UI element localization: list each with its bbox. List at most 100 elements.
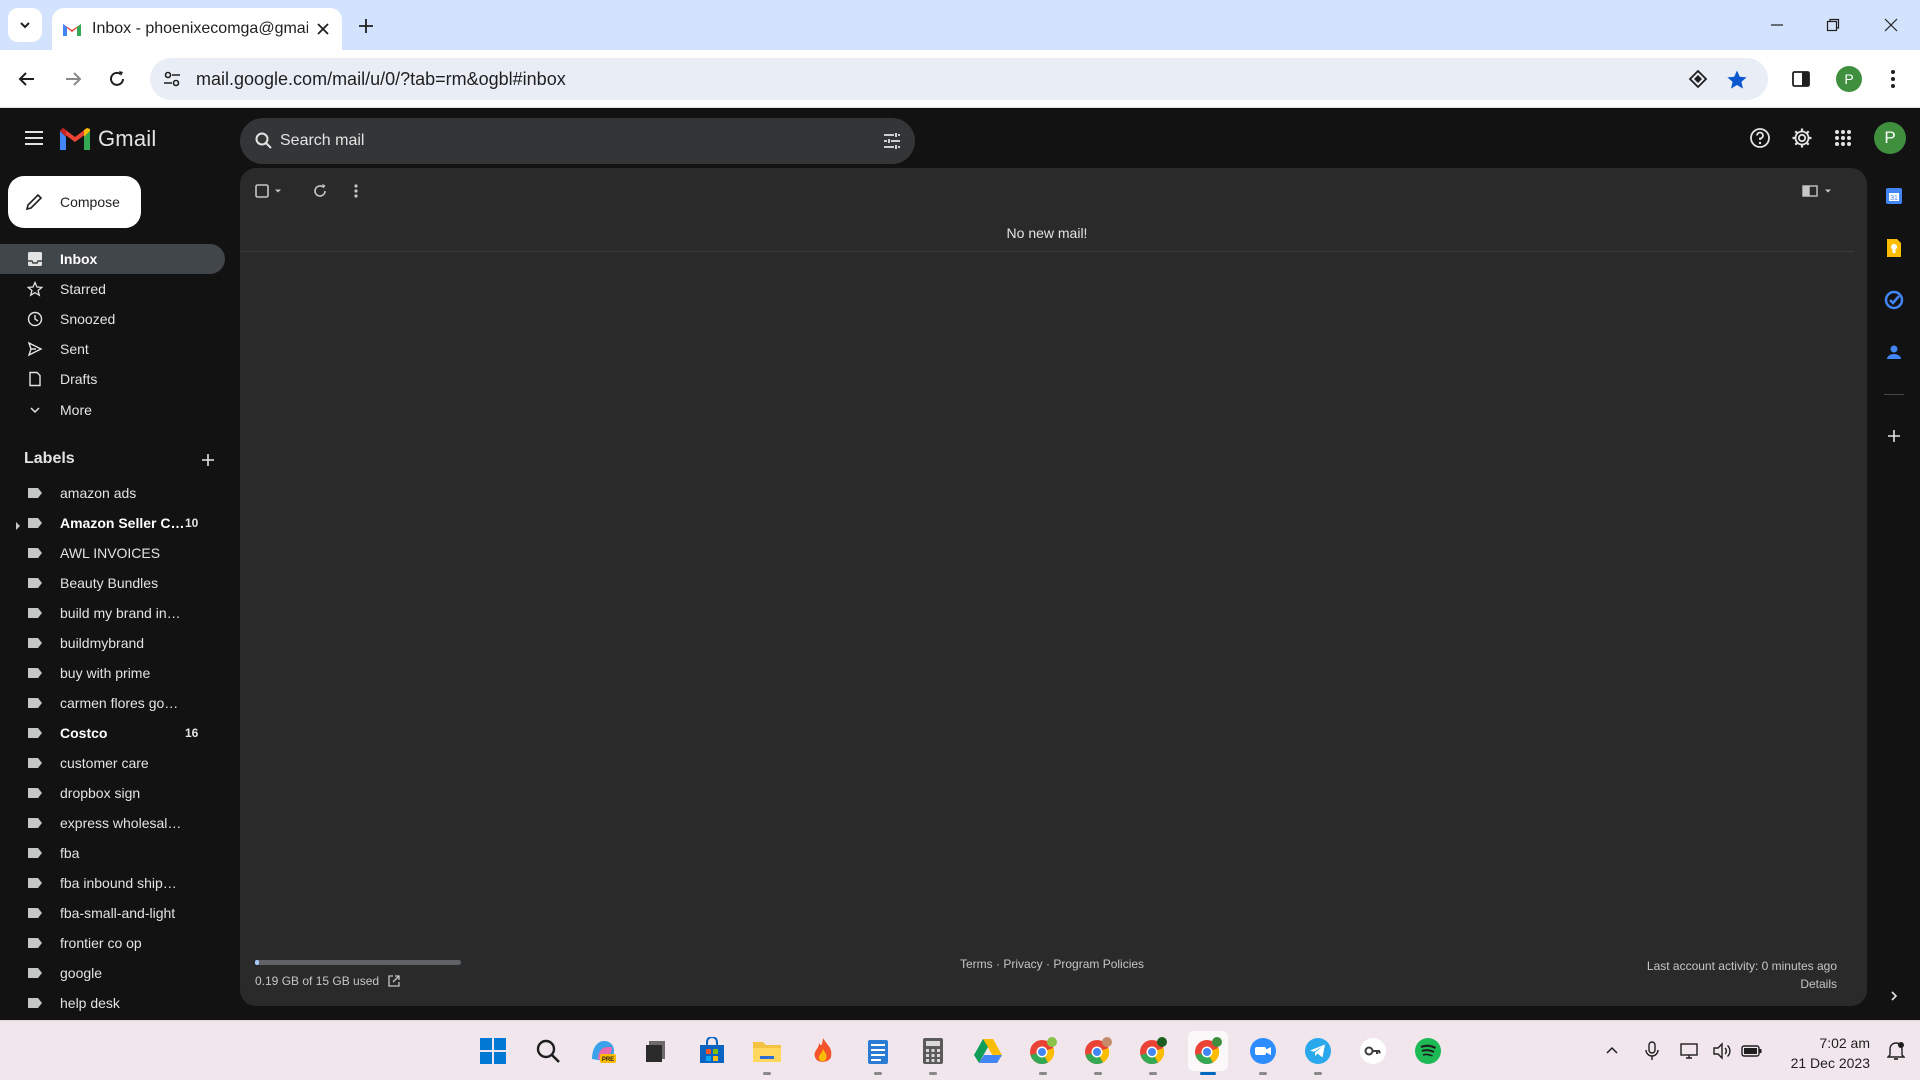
program-policies-link[interactable]: Program Policies xyxy=(1053,957,1144,971)
contacts-button[interactable] xyxy=(1882,340,1906,364)
taskbar-search-button[interactable] xyxy=(528,1031,568,1071)
search-icon[interactable] xyxy=(254,131,274,151)
label-item[interactable]: amazon ads xyxy=(0,478,225,508)
label-item[interactable]: google xyxy=(0,958,225,988)
search-options-icon[interactable] xyxy=(881,130,903,152)
microsoft-store-button[interactable] xyxy=(692,1031,732,1071)
flame-app-button[interactable] xyxy=(803,1031,843,1071)
extension-diamond-icon[interactable] xyxy=(1688,69,1708,89)
reload-button[interactable] xyxy=(100,62,134,96)
nav-item-sent[interactable]: Sent xyxy=(0,334,225,364)
tasks-button[interactable] xyxy=(1882,288,1906,312)
notepad-button[interactable] xyxy=(858,1031,898,1075)
chrome-profile-2-button[interactable] xyxy=(1078,1031,1118,1075)
caret-down-icon[interactable] xyxy=(1822,185,1834,197)
refresh-button[interactable] xyxy=(312,180,328,202)
label-item[interactable]: build my brand invoice xyxy=(0,598,225,628)
minimize-button[interactable] xyxy=(1760,10,1794,40)
support-button[interactable] xyxy=(1744,122,1776,154)
open-external-icon[interactable] xyxy=(387,974,401,988)
label-item[interactable]: fba-small-and-light xyxy=(0,898,225,928)
label-item[interactable]: help desk xyxy=(0,988,225,1018)
bookmark-star-icon[interactable] xyxy=(1726,69,1748,91)
label-item[interactable]: Beauty Bundles xyxy=(0,568,225,598)
close-window-button[interactable] xyxy=(1874,10,1908,40)
back-button[interactable] xyxy=(10,62,44,96)
nav-item-more[interactable]: More xyxy=(0,395,225,425)
account-avatar[interactable]: P xyxy=(1874,122,1906,154)
search-bar[interactable] xyxy=(240,118,915,164)
label-item[interactable]: dropbox sign xyxy=(0,778,225,808)
privacy-link[interactable]: Privacy xyxy=(1003,957,1042,971)
zoom-button[interactable] xyxy=(1243,1031,1283,1075)
copilot-button[interactable]: PRE xyxy=(583,1031,623,1071)
terms-link[interactable]: Terms xyxy=(960,957,993,971)
restore-button[interactable] xyxy=(1816,10,1850,40)
label-item[interactable]: fba xyxy=(0,838,225,868)
label-item[interactable]: customer care xyxy=(0,748,225,778)
settings-button[interactable] xyxy=(1786,122,1818,154)
expand-label-icon[interactable] xyxy=(14,518,22,530)
split-pane-toggle[interactable] xyxy=(1802,180,1834,202)
nav-item-inbox[interactable]: Inbox xyxy=(0,244,225,274)
key-app-button[interactable] xyxy=(1353,1031,1393,1071)
label-item[interactable]: Costco 16 xyxy=(0,718,225,748)
nav-item-snoozed[interactable]: Snoozed xyxy=(0,304,225,334)
hide-side-panel-button[interactable] xyxy=(1882,984,1906,1008)
label-item[interactable]: AWL INVOICES xyxy=(0,538,225,568)
chrome-profile-4-button[interactable] xyxy=(1188,1031,1228,1075)
gmail-logo[interactable]: Gmail xyxy=(60,126,156,152)
more-actions-button[interactable] xyxy=(354,180,358,202)
task-view-button[interactable] xyxy=(636,1031,676,1071)
search-input[interactable] xyxy=(280,118,840,164)
side-panel-button[interactable] xyxy=(1784,62,1818,96)
nav-item-starred[interactable]: Starred xyxy=(0,274,225,304)
calculator-button[interactable] xyxy=(913,1031,953,1075)
label-item[interactable]: fba inbound shipment b... xyxy=(0,868,225,898)
caret-down-icon[interactable] xyxy=(272,185,284,197)
spotify-button[interactable] xyxy=(1408,1031,1448,1071)
label-item[interactable]: frontier co op xyxy=(0,928,225,958)
forward-button[interactable] xyxy=(56,62,90,96)
main-menu-button[interactable] xyxy=(18,122,50,154)
new-tab-button[interactable] xyxy=(352,12,380,40)
svg-text:31: 31 xyxy=(1890,195,1898,202)
browser-profile-avatar[interactable]: P xyxy=(1836,66,1862,92)
select-checkbox[interactable] xyxy=(254,180,284,202)
label-item[interactable]: Amazon Seller Ce... 10 xyxy=(0,508,225,538)
site-settings-icon[interactable] xyxy=(162,69,182,89)
file-explorer-button[interactable] xyxy=(747,1031,787,1075)
notifications-button[interactable] xyxy=(1884,1039,1908,1063)
get-addons-button[interactable] xyxy=(1882,424,1906,448)
volume-button[interactable] xyxy=(1710,1039,1734,1063)
google-apps-button[interactable] xyxy=(1827,122,1859,154)
activity-details-link[interactable]: Details xyxy=(1647,975,1837,993)
label-item[interactable]: express wholesale b inv... xyxy=(0,808,225,838)
address-bar[interactable]: mail.google.com/mail/u/0/?tab=rm&ogbl#in… xyxy=(150,58,1768,100)
telegram-button[interactable] xyxy=(1298,1031,1338,1075)
arrow-left-icon xyxy=(18,72,34,86)
tab-search-button[interactable] xyxy=(8,8,42,42)
label-item[interactable]: buildmybrand xyxy=(0,628,225,658)
windows-start-icon xyxy=(480,1038,506,1064)
label-item[interactable]: carmen flores gonza xyxy=(0,688,225,718)
chrome-profile-3-button[interactable] xyxy=(1133,1031,1173,1075)
battery-button[interactable] xyxy=(1740,1039,1764,1063)
close-icon[interactable] xyxy=(314,20,332,38)
start-button[interactable] xyxy=(473,1031,513,1071)
browser-tab-inbox[interactable]: Inbox - phoenixecomga@gmail.com xyxy=(52,8,342,50)
show-hidden-icons-button[interactable] xyxy=(1600,1039,1624,1063)
label-item[interactable]: buy with prime xyxy=(0,658,225,688)
google-drive-button[interactable] xyxy=(968,1031,1008,1071)
create-label-button[interactable] xyxy=(196,448,220,472)
calendar-button[interactable]: 31 xyxy=(1882,184,1906,208)
nav-item-drafts[interactable]: Drafts xyxy=(0,364,225,394)
chrome-profile-1-button[interactable] xyxy=(1023,1031,1063,1075)
keep-button[interactable] xyxy=(1882,236,1906,260)
network-button[interactable] xyxy=(1678,1039,1702,1063)
volume-icon xyxy=(1713,1042,1731,1060)
microphone-button[interactable] xyxy=(1640,1039,1664,1063)
taskbar-clock[interactable]: 7:02 am 21 Dec 2023 xyxy=(1770,1033,1870,1073)
browser-menu-button[interactable] xyxy=(1876,62,1910,96)
compose-button[interactable]: Compose xyxy=(8,176,141,228)
